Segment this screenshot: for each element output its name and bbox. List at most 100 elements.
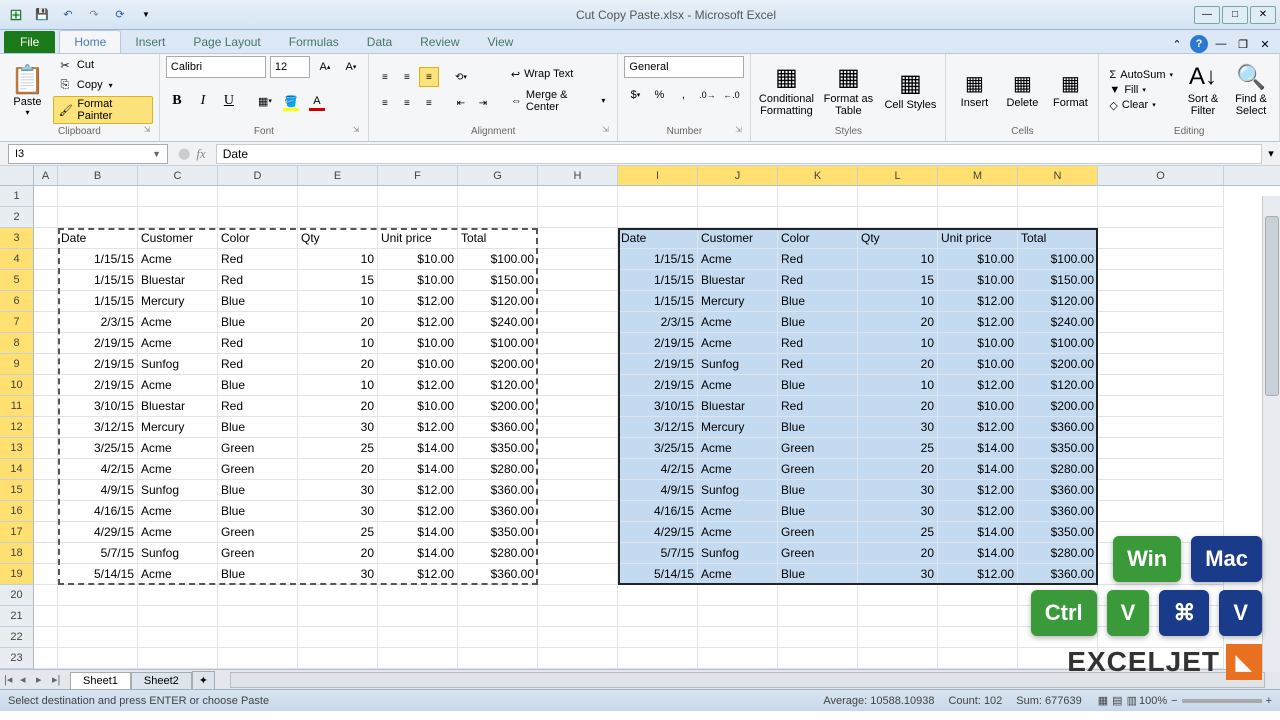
cell-C22[interactable] — [138, 627, 218, 648]
cell-E5[interactable]: 15 — [298, 270, 378, 291]
cell-B23[interactable] — [58, 648, 138, 669]
cell-B20[interactable] — [58, 585, 138, 606]
cell-K2[interactable] — [778, 207, 858, 228]
align-middle-icon[interactable]: ≡ — [397, 67, 417, 87]
col-header-F[interactable]: F — [378, 166, 458, 185]
underline-button[interactable]: U — [218, 90, 240, 112]
cell-I8[interactable]: 2/19/15 — [618, 333, 698, 354]
cell-G3[interactable]: Total — [458, 228, 538, 249]
next-sheet-icon[interactable]: ▸ — [36, 673, 50, 686]
cell-L12[interactable]: 30 — [858, 417, 938, 438]
increase-indent-icon[interactable]: ⇥ — [473, 93, 493, 113]
cell-L18[interactable]: 20 — [858, 543, 938, 564]
cell-K1[interactable] — [778, 186, 858, 207]
cell-F19[interactable]: $12.00 — [378, 564, 458, 585]
cell-K5[interactable]: Red — [778, 270, 858, 291]
cell-M11[interactable]: $10.00 — [938, 396, 1018, 417]
cell-D9[interactable]: Red — [218, 354, 298, 375]
cell-O3[interactable] — [1098, 228, 1224, 249]
merge-center-button[interactable]: ⇔Merge & Center▾ — [505, 87, 612, 115]
cell-N8[interactable]: $100.00 — [1018, 333, 1098, 354]
col-header-I[interactable]: I — [618, 166, 698, 185]
cell-N14[interactable]: $280.00 — [1018, 459, 1098, 480]
cell-D14[interactable]: Green — [218, 459, 298, 480]
cell-A16[interactable] — [34, 501, 58, 522]
cell-A13[interactable] — [34, 438, 58, 459]
cell-G4[interactable]: $100.00 — [458, 249, 538, 270]
cell-M12[interactable]: $12.00 — [938, 417, 1018, 438]
bold-button[interactable]: B — [166, 90, 188, 112]
cancel-formula-icon[interactable]: ⬤ — [178, 147, 190, 160]
cell-H9[interactable] — [538, 354, 618, 375]
cell-A10[interactable] — [34, 375, 58, 396]
cell-L4[interactable]: 10 — [858, 249, 938, 270]
cell-N4[interactable]: $100.00 — [1018, 249, 1098, 270]
cell-J21[interactable] — [698, 606, 778, 627]
alignment-launcher-icon[interactable]: ⇲ — [599, 125, 611, 137]
cell-I3[interactable]: Date — [618, 228, 698, 249]
cell-D22[interactable] — [218, 627, 298, 648]
cell-G9[interactable]: $200.00 — [458, 354, 538, 375]
cell-I22[interactable] — [618, 627, 698, 648]
cell-F23[interactable] — [378, 648, 458, 669]
cell-K23[interactable] — [778, 648, 858, 669]
cell-H11[interactable] — [538, 396, 618, 417]
cell-J14[interactable]: Acme — [698, 459, 778, 480]
cell-E7[interactable]: 20 — [298, 312, 378, 333]
cell-C19[interactable]: Acme — [138, 564, 218, 585]
cell-N3[interactable]: Total — [1018, 228, 1098, 249]
format-cells-button[interactable]: ▦Format — [1048, 71, 1092, 109]
cell-K18[interactable]: Green — [778, 543, 858, 564]
cell-H17[interactable] — [538, 522, 618, 543]
cell-B19[interactable]: 5/14/15 — [58, 564, 138, 585]
tab-file[interactable]: File — [4, 31, 55, 53]
cell-C6[interactable]: Mercury — [138, 291, 218, 312]
cell-O5[interactable] — [1098, 270, 1224, 291]
cell-I2[interactable] — [618, 207, 698, 228]
col-header-K[interactable]: K — [778, 166, 858, 185]
cell-G18[interactable]: $280.00 — [458, 543, 538, 564]
cell-D8[interactable]: Red — [218, 333, 298, 354]
cell-C3[interactable]: Customer — [138, 228, 218, 249]
cell-A11[interactable] — [34, 396, 58, 417]
cell-O12[interactable] — [1098, 417, 1224, 438]
vertical-scrollbar[interactable] — [1262, 196, 1280, 672]
cell-K7[interactable]: Blue — [778, 312, 858, 333]
cell-H12[interactable] — [538, 417, 618, 438]
format-table-button[interactable]: ▦Format as Table — [819, 61, 877, 119]
cell-G19[interactable]: $360.00 — [458, 564, 538, 585]
col-header-A[interactable]: A — [34, 166, 58, 185]
cell-B16[interactable]: 4/16/15 — [58, 501, 138, 522]
grow-font-icon[interactable]: A▴ — [314, 56, 336, 78]
cell-A2[interactable] — [34, 207, 58, 228]
cell-E17[interactable]: 25 — [298, 522, 378, 543]
cell-L6[interactable]: 10 — [858, 291, 938, 312]
cell-I14[interactable]: 4/2/15 — [618, 459, 698, 480]
cell-M7[interactable]: $12.00 — [938, 312, 1018, 333]
conditional-formatting-button[interactable]: ▦Conditional Formatting — [757, 61, 815, 119]
cell-H18[interactable] — [538, 543, 618, 564]
cell-F3[interactable]: Unit price — [378, 228, 458, 249]
cell-F13[interactable]: $14.00 — [378, 438, 458, 459]
cell-C8[interactable]: Acme — [138, 333, 218, 354]
tab-review[interactable]: Review — [406, 31, 473, 53]
cell-A23[interactable] — [34, 648, 58, 669]
cell-I17[interactable]: 4/29/15 — [618, 522, 698, 543]
view-pagebreak-icon[interactable]: ▥ — [1127, 694, 1137, 707]
row-header-8[interactable]: 8 — [0, 333, 34, 354]
format-painter-button[interactable]: 🖌Format Painter — [53, 96, 153, 124]
cell-I13[interactable]: 3/25/15 — [618, 438, 698, 459]
cell-F4[interactable]: $10.00 — [378, 249, 458, 270]
cell-D17[interactable]: Green — [218, 522, 298, 543]
zoom-in-icon[interactable]: + — [1266, 695, 1272, 707]
cell-N2[interactable] — [1018, 207, 1098, 228]
zoom-out-icon[interactable]: − — [1171, 695, 1177, 707]
row-header-1[interactable]: 1 — [0, 186, 34, 207]
row-header-4[interactable]: 4 — [0, 249, 34, 270]
cell-B4[interactable]: 1/15/15 — [58, 249, 138, 270]
cell-C1[interactable] — [138, 186, 218, 207]
cell-A5[interactable] — [34, 270, 58, 291]
row-header-7[interactable]: 7 — [0, 312, 34, 333]
cell-O7[interactable] — [1098, 312, 1224, 333]
cell-H22[interactable] — [538, 627, 618, 648]
